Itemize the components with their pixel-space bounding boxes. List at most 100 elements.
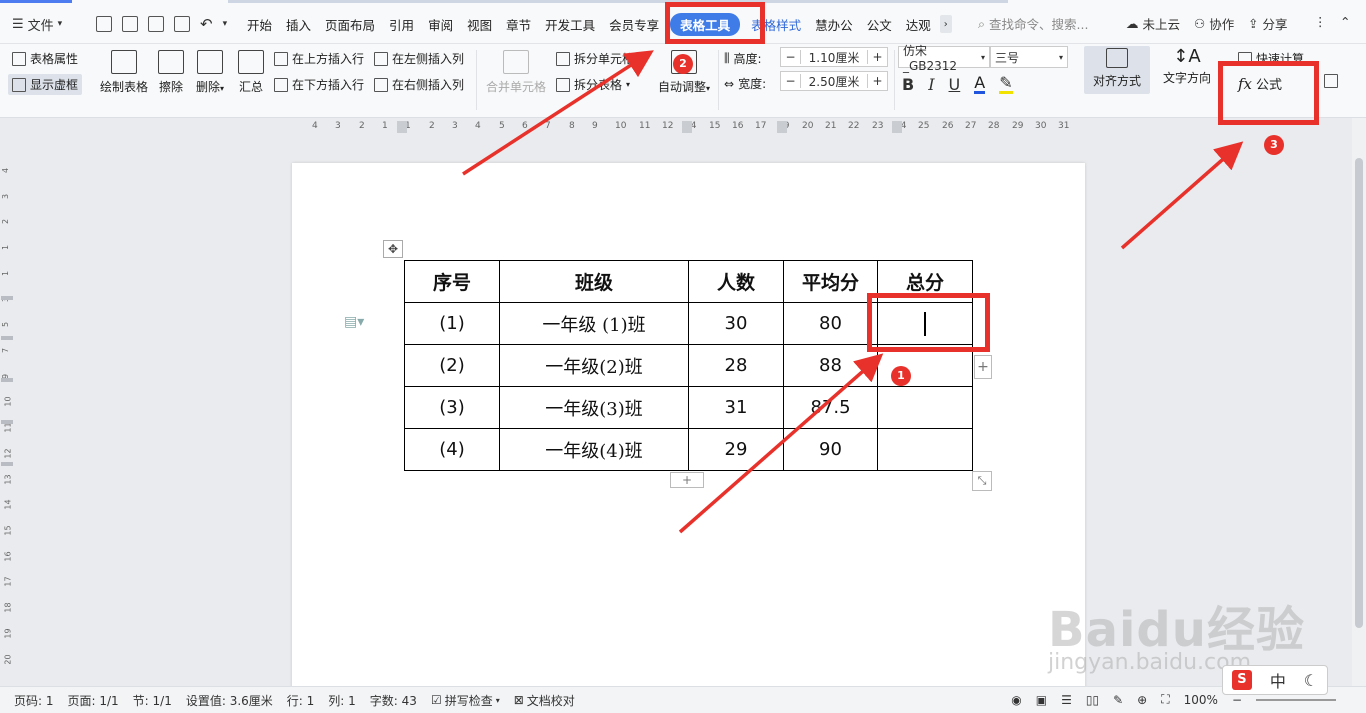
paragraph-icon[interactable]: ▤▾: [344, 314, 364, 330]
print-icon[interactable]: [148, 16, 164, 32]
font-size-select[interactable]: 三号 ▾: [990, 46, 1068, 68]
output-pdf-icon[interactable]: [122, 16, 138, 32]
tab-page-layout[interactable]: 页面布局: [318, 15, 382, 34]
table-cell[interactable]: 88: [783, 344, 878, 387]
table-cell[interactable]: [877, 428, 973, 471]
table-cell[interactable]: [877, 386, 973, 429]
table-cell[interactable]: 29: [688, 428, 784, 471]
add-column-icon[interactable]: +: [974, 355, 992, 379]
status-col[interactable]: 列: 1: [328, 692, 356, 709]
table-move-icon[interactable]: ✥: [383, 240, 403, 258]
more-icon[interactable]: ⋮: [1314, 14, 1327, 29]
chevron-right-icon[interactable]: ›: [939, 15, 952, 33]
status-row[interactable]: 行: 1: [287, 692, 315, 709]
page-view-icon[interactable]: ▣: [1036, 693, 1047, 707]
add-row-icon[interactable]: +: [670, 472, 704, 488]
table-cell[interactable]: (1): [404, 302, 500, 345]
table-convert-icon[interactable]: [1324, 74, 1338, 88]
table-cell[interactable]: 一年级(2)班: [499, 344, 689, 387]
tab-review[interactable]: 审阅: [421, 15, 460, 34]
tab-references[interactable]: 引用: [382, 15, 421, 34]
undo-icon[interactable]: ↶: [200, 15, 213, 33]
status-page-num[interactable]: 页码: 1: [14, 692, 54, 709]
align-button[interactable]: 对齐方式: [1084, 46, 1150, 94]
write-mode-icon[interactable]: ✎: [1113, 693, 1123, 707]
tab-developer[interactable]: 开发工具: [538, 15, 602, 34]
header-cell-index[interactable]: 序号: [404, 260, 500, 303]
tab-home[interactable]: 开始: [240, 15, 279, 34]
delete-button[interactable]: 删除▾: [192, 50, 228, 95]
fit-page-icon[interactable]: ⛶: [1161, 692, 1169, 707]
insert-col-right-button[interactable]: 在右侧插入列: [374, 76, 464, 93]
ruler-row-marker[interactable]: [1, 462, 13, 466]
table-cell[interactable]: (4): [404, 428, 500, 471]
table-cell[interactable]: (2): [404, 344, 500, 387]
tab-official-doc[interactable]: 公文: [860, 15, 899, 34]
font-family-select[interactable]: 仿宋_GB2312 ▾: [898, 44, 990, 73]
save-icon[interactable]: [96, 16, 112, 32]
score-table[interactable]: 序号 班级 人数 平均分 总分 (1) 一年级 (1)班 30 80 (2) 一…: [404, 260, 973, 471]
header-cell-count[interactable]: 人数: [688, 260, 784, 303]
table-cell[interactable]: 90: [783, 428, 878, 471]
zoom-level[interactable]: 100%: [1184, 693, 1218, 707]
decrement-icon[interactable]: −: [781, 74, 801, 88]
command-search[interactable]: ⌕ 查找命令、搜索...: [978, 14, 1088, 33]
status-pages[interactable]: 页面: 1/1: [68, 692, 119, 709]
status-words[interactable]: 字数: 43: [370, 692, 417, 709]
ruler-row-marker[interactable]: [1, 378, 13, 382]
table-cell[interactable]: 31: [688, 386, 784, 429]
reading-view-icon[interactable]: ▯▯: [1086, 693, 1099, 707]
col-width-stepper[interactable]: − 2.50厘米 +: [780, 71, 888, 91]
status-setting[interactable]: 设置值: 3.6厘米: [186, 692, 273, 709]
split-table-button[interactable]: 拆分表格 ▾: [556, 76, 630, 93]
font-color-icon[interactable]: A: [974, 75, 986, 94]
web-view-icon[interactable]: ⊕: [1137, 693, 1147, 707]
table-cell[interactable]: (3): [404, 386, 500, 429]
ime-mode[interactable]: 中: [1270, 668, 1286, 692]
tab-chapter[interactable]: 章节: [499, 15, 538, 34]
col-width-value[interactable]: 2.50厘米: [801, 73, 867, 90]
decrement-icon[interactable]: −: [781, 50, 801, 64]
vertical-ruler[interactable]: 4321135791011121314151617181920: [0, 136, 14, 686]
collab-button[interactable]: ⚇ 协作: [1194, 14, 1234, 33]
table-cell[interactable]: 一年级(3)班: [499, 386, 689, 429]
tab-insert[interactable]: 插入: [279, 15, 318, 34]
vertical-scrollbar[interactable]: [1352, 118, 1366, 686]
row-height-stepper[interactable]: − 1.10厘米 +: [780, 47, 888, 67]
table-cell[interactable]: 一年级 (1)班: [499, 302, 689, 345]
erase-button[interactable]: 擦除: [156, 50, 186, 95]
header-cell-average[interactable]: 平均分: [783, 260, 878, 303]
ruler-column-marker[interactable]: [892, 121, 902, 133]
outline-view-icon[interactable]: ☰: [1061, 693, 1072, 707]
ruler-row-marker[interactable]: [1, 296, 13, 300]
row-height-value[interactable]: 1.10厘米: [801, 49, 867, 66]
table-cell[interactable]: 30: [688, 302, 784, 345]
table-cell[interactable]: 87.5: [783, 386, 878, 429]
bold-icon[interactable]: B: [902, 75, 914, 94]
table-cell[interactable]: 80: [783, 302, 878, 345]
increment-icon[interactable]: +: [867, 50, 887, 64]
draw-table-button[interactable]: 绘制表格: [98, 50, 150, 95]
increment-icon[interactable]: +: [867, 74, 887, 88]
horizontal-ruler[interactable]: 4321123456789101112141516171920212223242…: [292, 118, 1085, 136]
ime-toolbar[interactable]: S 中 ☾: [1222, 665, 1328, 695]
tab-member[interactable]: 会员专享: [602, 15, 666, 34]
ruler-column-marker[interactable]: [777, 121, 787, 133]
status-section[interactable]: 节: 1/1: [133, 692, 172, 709]
moon-icon[interactable]: ☾: [1304, 671, 1318, 690]
tab-view[interactable]: 视图: [460, 15, 499, 34]
chevron-down-icon[interactable]: ▾: [223, 19, 228, 29]
file-menu-button[interactable]: ☰ 文件 ▾: [12, 14, 62, 34]
italic-icon[interactable]: I: [928, 75, 934, 94]
ruler-column-marker[interactable]: [397, 121, 407, 133]
doc-check-button[interactable]: ⊠ 文档校对: [514, 692, 575, 709]
insert-row-above-button[interactable]: 在上方插入行: [274, 50, 364, 67]
tab-daguan[interactable]: 达观: [899, 15, 938, 34]
summary-button[interactable]: 汇总: [236, 50, 266, 95]
text-direction-button[interactable]: ↕A 文字方向: [1158, 46, 1216, 86]
resize-table-icon[interactable]: ⤡: [972, 471, 992, 491]
scrollbar-thumb[interactable]: [1355, 158, 1363, 628]
table-properties-button[interactable]: 表格属性: [12, 50, 78, 67]
show-gridlines-button[interactable]: 显示虚框: [8, 74, 83, 95]
share-button[interactable]: ⇪ 分享: [1248, 14, 1288, 33]
